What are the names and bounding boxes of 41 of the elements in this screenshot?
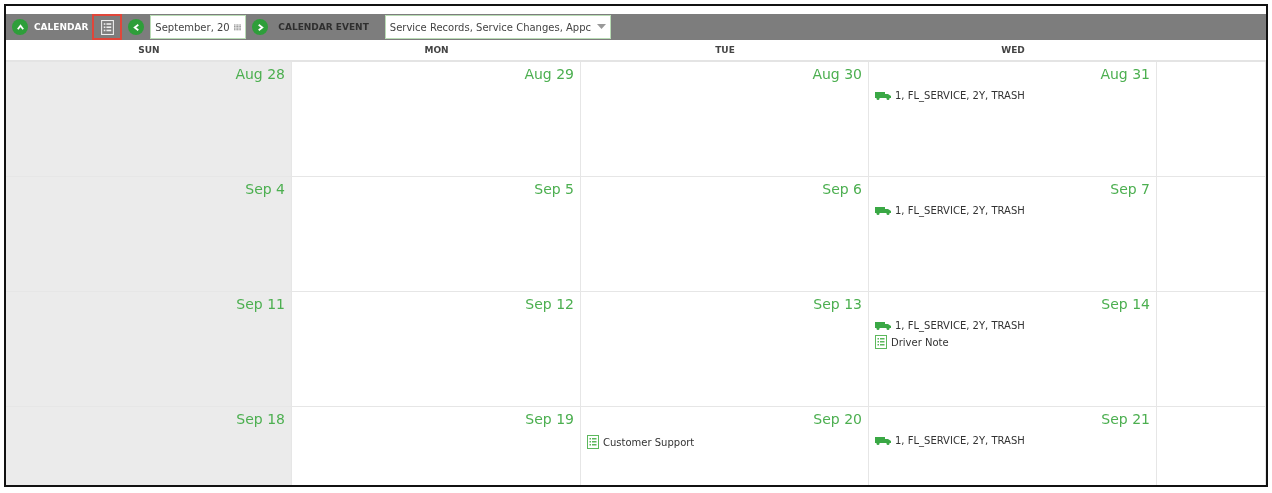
date-label: Sep 19	[525, 411, 574, 427]
list-icon	[875, 335, 887, 349]
date-label: Sep 20	[813, 411, 862, 427]
date-label: Sep 5	[534, 181, 574, 197]
collapse-button[interactable]	[12, 19, 28, 35]
calendar-event[interactable]: Customer Support	[587, 435, 862, 449]
date-label: Sep 4	[245, 181, 285, 197]
date-label: Sep 11	[236, 296, 285, 312]
date-label: Sep 21	[1101, 411, 1150, 427]
next-button[interactable]	[252, 19, 269, 35]
list-icon	[587, 435, 599, 449]
truck-icon	[875, 321, 891, 330]
filter-select[interactable]: Service Records, Service Changes, Appc	[384, 15, 612, 39]
chevron-icon	[15, 22, 25, 32]
list-icon	[100, 19, 114, 35]
calendar-event[interactable]: 1, FL_SERVICE, 2Y, TRASH	[875, 435, 1150, 446]
truck-icon	[875, 206, 891, 215]
date-label: Sep 7	[1110, 181, 1150, 197]
dropdown-icon	[597, 24, 607, 30]
date-label: Sep 6	[822, 181, 862, 197]
date-label: Aug 29	[524, 66, 574, 82]
date-label: Aug 31	[1100, 66, 1150, 82]
date-label: Sep 13	[813, 296, 862, 312]
calendar-event[interactable]: 1, FL_SERVICE, 2Y, TRASH	[875, 205, 1150, 216]
truck-icon	[875, 91, 891, 100]
chevron-icon	[131, 22, 141, 32]
section-label: CALENDAR EVENT	[278, 22, 369, 32]
date-label: Sep 18	[236, 411, 285, 427]
date-label: Sep 14	[1101, 296, 1150, 312]
calendar-event[interactable]: Driver Note	[875, 335, 1150, 349]
calendar-title: CALENDAR	[34, 22, 89, 32]
previous-button[interactable]	[128, 19, 145, 35]
truck-icon	[875, 436, 891, 445]
calendar-event[interactable]: 1, FL_SERVICE, 2Y, TRASH	[875, 90, 1150, 101]
date-label: Sep 12	[525, 296, 574, 312]
date-label: Aug 28	[235, 66, 285, 82]
date-field[interactable]: September, 20	[150, 15, 247, 39]
list-view-button[interactable]	[92, 14, 123, 40]
date-label: Aug 30	[812, 66, 862, 82]
chevron-icon	[255, 22, 265, 32]
calendar-event[interactable]: 1, FL_SERVICE, 2Y, TRASH	[875, 320, 1150, 331]
